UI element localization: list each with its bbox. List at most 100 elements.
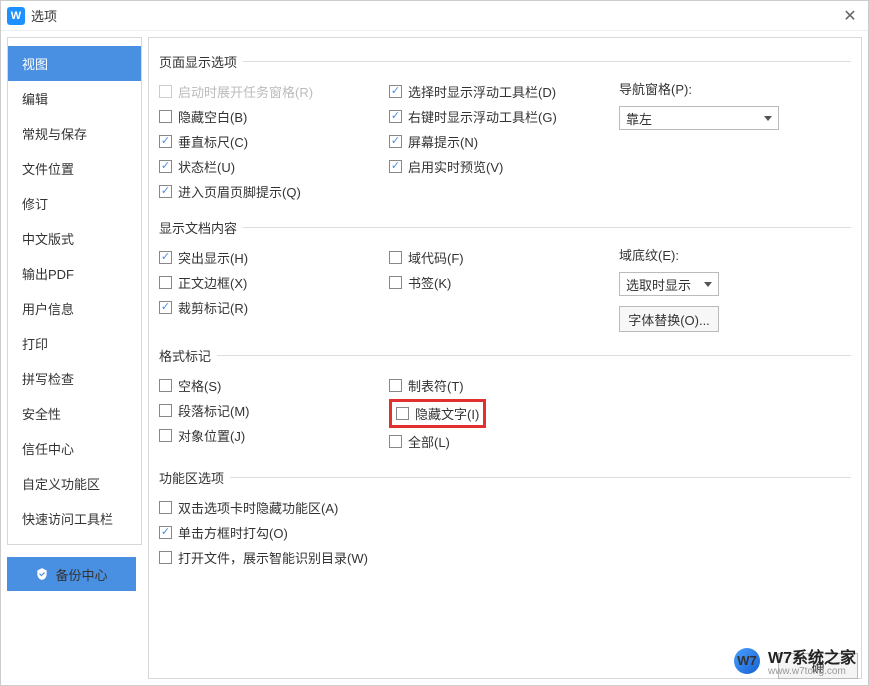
format-marks-option-2[interactable]: 对象位置(J): [159, 423, 389, 448]
chevron-down-icon: [764, 116, 772, 121]
page-display-option-2[interactable]: 垂直标尺(C): [159, 129, 389, 154]
nav-pane-value: 靠左: [626, 109, 652, 128]
checkbox[interactable]: [159, 429, 172, 442]
doc-content-option-0[interactable]: 突出显示(H): [159, 245, 389, 270]
page-display-col1: 启动时展开任务窗格(R) 隐藏空白(B) 垂直标尺(C) 状态栏(U) 进入页眉页脚提示…: [159, 79, 389, 204]
page-display-option-1[interactable]: 右键时显示浮动工具栏(G): [389, 104, 619, 129]
checkbox[interactable]: [159, 501, 172, 514]
option-label: 进入页眉页脚提示(Q): [178, 182, 301, 201]
option-label: 启动时展开任务窗格(R): [178, 82, 313, 101]
doc-content-col1: 突出显示(H) 正文边框(X) 裁剪标记(R): [159, 245, 389, 332]
dialog-body: 视图编辑常规与保存文件位置修订中文版式输出PDF用户信息打印拼写检查安全性信任中…: [1, 31, 868, 685]
doc-content-option-0[interactable]: 域代码(F): [389, 245, 619, 270]
checkbox[interactable]: [159, 110, 172, 123]
ribbon-options: 双击选项卡时隐藏功能区(A) 单击方框时打勾(O) 打开文件，展示智能识别目录(W): [159, 495, 851, 570]
page-display-option-3[interactable]: 启用实时预览(V): [389, 154, 619, 179]
backup-center-button[interactable]: 备份中心: [7, 557, 136, 591]
titlebar: W 选项 ✕: [1, 1, 868, 31]
sidebar: 视图编辑常规与保存文件位置修订中文版式输出PDF用户信息打印拼写检查安全性信任中…: [7, 37, 142, 545]
option-label: 屏幕提示(N): [408, 132, 478, 151]
format-marks-col1: 空格(S) 段落标记(M)对象位置(J): [159, 373, 389, 454]
format-marks-option-1[interactable]: 段落标记(M): [159, 398, 389, 423]
checkbox[interactable]: [389, 160, 402, 173]
checkbox[interactable]: [389, 251, 402, 264]
option-label: 选择时显示浮动工具栏(D): [408, 82, 556, 101]
checkbox[interactable]: [389, 85, 402, 98]
option-label: 打开文件，展示智能识别目录(W): [178, 548, 368, 567]
ribbon-option-2[interactable]: 打开文件，展示智能识别目录(W): [159, 545, 851, 570]
option-label: 隐藏文字(I): [415, 404, 479, 423]
sidebar-item-10[interactable]: 安全性: [8, 396, 141, 431]
checkbox[interactable]: [389, 135, 402, 148]
page-display-option-2[interactable]: 屏幕提示(N): [389, 129, 619, 154]
font-substitution-label: 字体替换(O)...: [628, 310, 710, 329]
field-shading-combo[interactable]: 选取时显示: [619, 272, 719, 296]
format-marks-option-0[interactable]: 空格(S): [159, 373, 389, 398]
option-label: 双击选项卡时隐藏功能区(A): [178, 498, 338, 517]
watermark-logo-text: W7: [737, 653, 757, 668]
doc-content-option-1[interactable]: 书签(K): [389, 270, 619, 295]
sidebar-item-4[interactable]: 修订: [8, 186, 141, 221]
sidebar-item-3[interactable]: 文件位置: [8, 151, 141, 186]
sidebar-item-2[interactable]: 常规与保存: [8, 116, 141, 151]
nav-pane-label: 导航窗格(P):: [619, 79, 819, 98]
section-title-ribbon: 功能区选项: [159, 468, 851, 487]
doc-content-option-1[interactable]: 正文边框(X): [159, 270, 389, 295]
page-display-option-1[interactable]: 隐藏空白(B): [159, 104, 389, 129]
nav-pane-combo[interactable]: 靠左: [619, 106, 779, 130]
checkbox[interactable]: [159, 185, 172, 198]
checkbox[interactable]: [389, 435, 402, 448]
sidebar-item-5[interactable]: 中文版式: [8, 221, 141, 256]
section-title-text: 显示文档内容: [159, 218, 237, 237]
sidebar-item-12[interactable]: 自定义功能区: [8, 466, 141, 501]
watermark: W7 W7系统之家 www.w7tong.com: [726, 640, 864, 681]
checkbox[interactable]: [389, 110, 402, 123]
ribbon-option-0[interactable]: 双击选项卡时隐藏功能区(A): [159, 495, 851, 520]
page-display-option-4[interactable]: 进入页眉页脚提示(Q): [159, 179, 389, 204]
section-title-format-marks: 格式标记: [159, 346, 851, 365]
window-title: 选项: [31, 6, 838, 25]
watermark-text: W7系统之家: [768, 644, 856, 668]
checkbox[interactable]: [159, 251, 172, 264]
close-button[interactable]: ✕: [838, 6, 862, 26]
checkbox[interactable]: [389, 276, 402, 289]
checkbox[interactable]: [396, 407, 409, 420]
checkbox[interactable]: [159, 404, 172, 417]
page-display-option-0[interactable]: 选择时显示浮动工具栏(D): [389, 79, 619, 104]
checkbox[interactable]: [159, 526, 172, 539]
sidebar-item-7[interactable]: 用户信息: [8, 291, 141, 326]
sidebar-item-0[interactable]: 视图: [8, 46, 141, 81]
checkbox[interactable]: [159, 135, 172, 148]
option-label: 空格(S): [178, 376, 221, 395]
sidebar-item-13[interactable]: 快速访问工具栏: [8, 501, 141, 536]
ribbon-option-1[interactable]: 单击方框时打勾(O): [159, 520, 851, 545]
option-label: 正文边框(X): [178, 273, 247, 292]
sidebar-item-8[interactable]: 打印: [8, 326, 141, 361]
option-label: 裁剪标记(R): [178, 298, 248, 317]
checkbox[interactable]: [159, 551, 172, 564]
format-marks-option-2[interactable]: 全部(L): [389, 429, 619, 454]
checkbox[interactable]: [159, 301, 172, 314]
checkbox[interactable]: [389, 379, 402, 392]
section-title-page-display: 页面显示选项: [159, 52, 851, 71]
checkbox[interactable]: [159, 160, 172, 173]
option-label: 启用实时预览(V): [408, 157, 503, 176]
sidebar-item-11[interactable]: 信任中心: [8, 431, 141, 466]
sidebar-item-1[interactable]: 编辑: [8, 81, 141, 116]
doc-content-option-2[interactable]: 裁剪标记(R): [159, 295, 389, 320]
sidebar-item-6[interactable]: 输出PDF: [8, 256, 141, 291]
chevron-down-icon: [704, 282, 712, 287]
option-label: 全部(L): [408, 432, 450, 451]
format-marks-option-0[interactable]: 制表符(T): [389, 373, 619, 398]
sidebar-item-9[interactable]: 拼写检查: [8, 361, 141, 396]
page-display-option-3[interactable]: 状态栏(U): [159, 154, 389, 179]
font-substitution-button[interactable]: 字体替换(O)...: [619, 306, 719, 332]
option-label: 状态栏(U): [178, 157, 235, 176]
option-label: 隐藏空白(B): [178, 107, 247, 126]
checkbox[interactable]: [159, 379, 172, 392]
checkbox[interactable]: [159, 276, 172, 289]
option-label: 书签(K): [408, 273, 451, 292]
page-display-grid: 启动时展开任务窗格(R) 隐藏空白(B) 垂直标尺(C) 状态栏(U) 进入页眉页脚提示…: [159, 79, 851, 204]
option-label: 右键时显示浮动工具栏(G): [408, 107, 557, 126]
format-marks-option-1[interactable]: 隐藏文字(I): [389, 399, 486, 428]
